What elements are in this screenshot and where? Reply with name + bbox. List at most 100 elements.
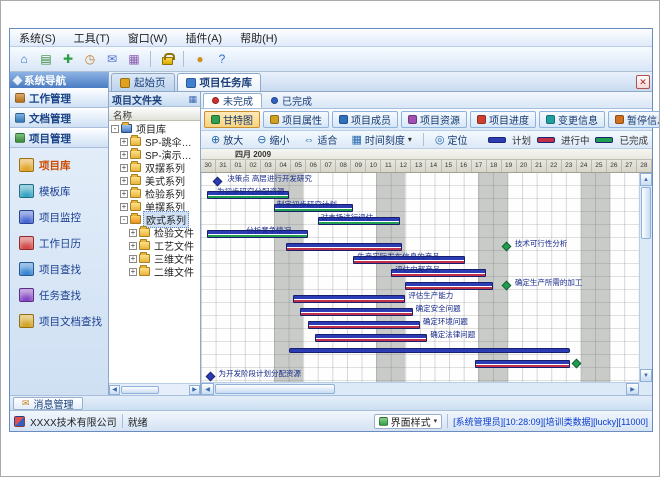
gantt-milestone[interactable] [213, 177, 223, 187]
new-item-icon[interactable]: ✚ [58, 50, 78, 69]
gantt-bar[interactable] [289, 348, 571, 353]
projects-icon[interactable]: ▤ [36, 50, 56, 69]
expand-icon[interactable]: + [120, 151, 128, 159]
gantt-day-label: 05 [291, 160, 306, 172]
scroll-left-arrow[interactable]: ◀ [109, 385, 120, 395]
gantt-bar[interactable] [475, 360, 570, 368]
nav-project-doc-search[interactable]: 项目文档查找 [10, 308, 108, 334]
collapse-icon[interactable]: - [111, 125, 119, 133]
btn-project-members[interactable]: 项目成员 [332, 111, 398, 128]
close-tab-button[interactable]: ✕ [636, 75, 650, 89]
gantt-milestone[interactable] [502, 281, 512, 291]
nav-project-monitor[interactable]: 项目监控 [10, 204, 108, 230]
timescale-button[interactable]: ▦时间刻度▾ [345, 130, 417, 149]
message-icon: ✉ [22, 398, 30, 409]
home-icon[interactable]: ⌂ [14, 50, 34, 69]
tab-project-task-library[interactable]: 项目任务库 [177, 73, 262, 91]
filter-finished[interactable]: 已完成 [262, 93, 321, 108]
zoom-in-button[interactable]: ⊕放大 [205, 130, 249, 149]
gantt-bar[interactable] [405, 282, 493, 290]
btn-gantt[interactable]: 甘特图 [204, 111, 260, 128]
message-management-tab[interactable]: ✉ 消息管理 [13, 397, 83, 410]
scroll-right-arrow[interactable]: ▶ [626, 383, 639, 395]
fit-button-label: 适合 [317, 132, 337, 147]
gantt-horizontal-scrollbar[interactable]: ◀ ▶ [201, 382, 639, 395]
expand-icon[interactable]: + [120, 203, 128, 211]
filter-unfinished[interactable]: 未完成 [203, 93, 262, 108]
nav-template-library[interactable]: 模板库 [10, 178, 108, 204]
expand-icon[interactable]: + [120, 138, 128, 146]
nav-project-search[interactable]: 项目查找 [10, 256, 108, 282]
nav-project-library[interactable]: 项目库 [10, 152, 108, 178]
nav-project-doc-search-label: 项目文档查找 [39, 314, 102, 329]
scrollbar-thumb[interactable] [121, 386, 159, 394]
menu-system[interactable]: 系统(S) [10, 29, 65, 47]
scroll-down-arrow[interactable]: ▼ [640, 369, 652, 382]
menu-plugins[interactable]: 插件(A) [176, 29, 231, 47]
folder-icon [130, 176, 141, 185]
mail-icon[interactable]: ✉ [102, 50, 122, 69]
lock-icon[interactable] [157, 50, 177, 69]
gantt-milestone[interactable] [205, 372, 215, 382]
gantt-vertical-scrollbar[interactable]: ▲ ▼ [639, 173, 652, 382]
gantt-day-label: 04 [276, 160, 291, 172]
gantt-day-label: 03 [261, 160, 276, 172]
scrollbar-track[interactable] [336, 383, 626, 395]
scroll-left-arrow[interactable]: ◀ [201, 383, 214, 395]
scrollbar-thumb[interactable] [641, 187, 651, 239]
gantt-day-label: 08 [336, 160, 351, 172]
gantt-task-row: 分析竞争情况 [201, 226, 639, 239]
expand-icon[interactable]: + [129, 229, 137, 237]
tree-item[interactable]: +二维文件 [109, 265, 200, 278]
tree-column-header: 名称 [109, 107, 200, 121]
ui-style-dropdown[interactable]: 界面样式 ▾ [374, 414, 443, 429]
clock-icon[interactable]: ◷ [80, 50, 100, 69]
status-separator [122, 414, 123, 428]
expand-icon[interactable]: + [129, 242, 137, 250]
help-icon[interactable]: ? [212, 50, 232, 69]
report-icon[interactable]: ▦ [124, 50, 144, 69]
gantt-day-label: 22 [547, 160, 562, 172]
expand-icon[interactable]: + [129, 268, 137, 276]
menu-window[interactable]: 窗口(W) [119, 29, 177, 47]
gantt-day-label: 02 [246, 160, 261, 172]
folder-view-icon[interactable]: ▦ [188, 94, 197, 105]
menu-help[interactable]: 帮助(H) [231, 29, 286, 47]
group-work-management[interactable]: 工作管理 [10, 88, 108, 108]
btn-pause-info[interactable]: 暂停信息 [608, 111, 660, 128]
gantt-bar[interactable] [293, 295, 405, 303]
expand-icon[interactable]: + [120, 164, 128, 172]
group-document-management[interactable]: 文档管理 [10, 108, 108, 128]
locate-button[interactable]: ◎定位 [429, 130, 474, 149]
btn-project-properties[interactable]: 项目属性 [263, 111, 329, 128]
expand-icon[interactable]: + [129, 255, 137, 263]
btn-change-info[interactable]: 变更信息 [539, 111, 605, 128]
btn-project-resources[interactable]: 项目资源 [401, 111, 467, 128]
gantt-bar[interactable] [286, 243, 403, 251]
nav-task-search[interactable]: 任务查找 [10, 282, 108, 308]
menu-tools[interactable]: 工具(T) [65, 29, 119, 47]
scroll-up-arrow[interactable]: ▲ [640, 173, 652, 186]
fit-button[interactable]: ⇔适合 [297, 130, 343, 149]
zoom-out-button[interactable]: ⊖缩小 [251, 130, 295, 149]
legend-color-swatch [595, 137, 613, 143]
gantt-bar[interactable] [300, 308, 412, 316]
gantt-bar[interactable] [308, 321, 420, 329]
folder-icon [139, 254, 150, 263]
gantt-milestone[interactable] [502, 242, 512, 252]
locate-button-label: 定位 [447, 132, 467, 147]
scroll-right-arrow[interactable]: ▶ [189, 385, 200, 395]
btn-project-progress[interactable]: 项目进度 [470, 111, 536, 128]
user-icon[interactable]: ● [190, 50, 210, 69]
scrollbar-thumb[interactable] [215, 384, 335, 394]
collapse-icon[interactable]: - [120, 216, 128, 224]
group-project-management[interactable]: 项目管理 [10, 128, 108, 148]
tab-start-page[interactable]: 起始页 [111, 73, 175, 91]
expand-icon[interactable]: + [120, 177, 128, 185]
tree-horizontal-scrollbar[interactable]: ◀ ▶ [109, 383, 200, 395]
expand-icon[interactable]: + [120, 190, 128, 198]
gantt-bar[interactable] [315, 334, 427, 342]
scrollbar-track[interactable] [640, 240, 652, 369]
nav-work-calendar[interactable]: 工作日历 [10, 230, 108, 256]
gantt-milestone[interactable] [572, 359, 582, 369]
